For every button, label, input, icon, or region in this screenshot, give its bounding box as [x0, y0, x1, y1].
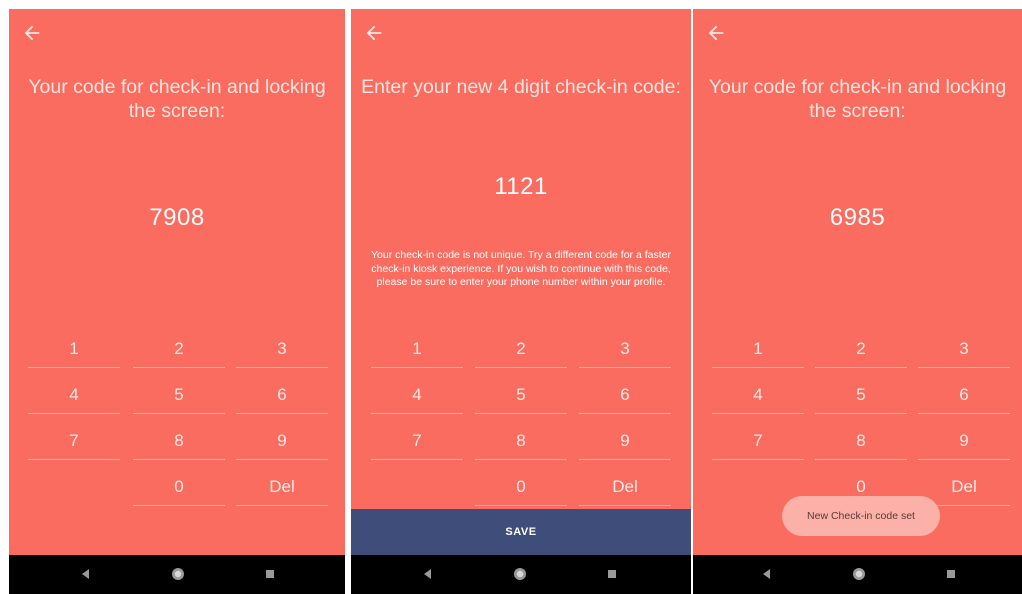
back-arrow-icon[interactable] [21, 22, 43, 44]
keypad-key-7[interactable]: 7 [371, 423, 463, 460]
nav-recents-icon[interactable] [943, 566, 959, 582]
keypad-key-6[interactable]: 6 [918, 377, 1010, 414]
keypad-key-8[interactable]: 8 [815, 423, 907, 460]
nav-home-icon[interactable] [512, 566, 528, 582]
android-nav-bar [693, 555, 1022, 594]
keypad-key-del[interactable]: Del [236, 469, 328, 506]
screen-code-display-2: Your code for check-in and locking the s… [693, 9, 1022, 594]
keypad-key-4[interactable]: 4 [28, 377, 120, 414]
page-title: Your code for check-in and locking the s… [28, 76, 326, 122]
keypad-key-8[interactable]: 8 [133, 423, 225, 460]
checkin-code-input-display: 1121 [494, 173, 548, 200]
keypad-key-9[interactable]: 9 [579, 423, 671, 460]
keypad-key-7[interactable]: 7 [28, 423, 120, 460]
nav-home-icon[interactable] [170, 566, 186, 582]
keypad-key-1[interactable]: 1 [712, 331, 804, 368]
nav-recents-icon[interactable] [604, 566, 620, 582]
keypad-key-9[interactable]: 9 [236, 423, 328, 460]
keypad-key-4[interactable]: 4 [371, 377, 463, 414]
toast-message: New Check-in code set [782, 496, 940, 536]
screen-code-display-1: Your code for check-in and locking the s… [9, 9, 345, 594]
nav-back-icon[interactable] [420, 566, 436, 582]
keypad-key-4[interactable]: 4 [712, 377, 804, 414]
android-nav-bar [9, 555, 345, 594]
keypad-key-3[interactable]: 3 [918, 331, 1010, 368]
nav-back-icon[interactable] [759, 566, 775, 582]
back-arrow-icon[interactable] [705, 22, 727, 44]
keypad-key-7[interactable]: 7 [712, 423, 804, 460]
keypad-empty-slot [371, 469, 463, 505]
page-title: Your code for check-in and locking the s… [708, 76, 1007, 122]
keypad-key-8[interactable]: 8 [475, 423, 567, 460]
save-button[interactable]: SAVE [351, 509, 691, 555]
keypad-key-3[interactable]: 3 [236, 331, 328, 368]
back-arrow-icon[interactable] [363, 22, 385, 44]
keypad-key-5[interactable]: 5 [815, 377, 907, 414]
checkin-code: 7908 [149, 204, 205, 231]
nav-recents-icon[interactable] [262, 566, 278, 582]
keypad-key-6[interactable]: 6 [579, 377, 671, 414]
keypad-key-0[interactable]: 0 [475, 469, 567, 506]
warning-message: Your check-in code is not unique. Try a … [370, 249, 671, 288]
keypad-key-9[interactable]: 9 [918, 423, 1010, 460]
page-title: Enter your new 4 digit check-in code: [361, 76, 681, 98]
keypad-empty-slot [28, 469, 120, 505]
keypad-key-5[interactable]: 5 [133, 377, 225, 414]
keypad-key-6[interactable]: 6 [236, 377, 328, 414]
keypad-key-2[interactable]: 2 [133, 331, 225, 368]
keypad-key-2[interactable]: 2 [475, 331, 567, 368]
keypad-key-5[interactable]: 5 [475, 377, 567, 414]
keypad-key-2[interactable]: 2 [815, 331, 907, 368]
android-nav-bar [351, 555, 691, 594]
screen-enter-new-code: Enter your new 4 digit check-in code: 11… [351, 9, 691, 594]
keypad-key-1[interactable]: 1 [28, 331, 120, 368]
nav-back-icon[interactable] [78, 566, 94, 582]
keypad-key-3[interactable]: 3 [579, 331, 671, 368]
nav-home-icon[interactable] [851, 566, 867, 582]
checkin-code: 6985 [829, 204, 886, 231]
keypad-key-1[interactable]: 1 [371, 331, 463, 368]
keypad-key-del[interactable]: Del [579, 469, 671, 506]
keypad-key-0[interactable]: 0 [133, 469, 225, 506]
